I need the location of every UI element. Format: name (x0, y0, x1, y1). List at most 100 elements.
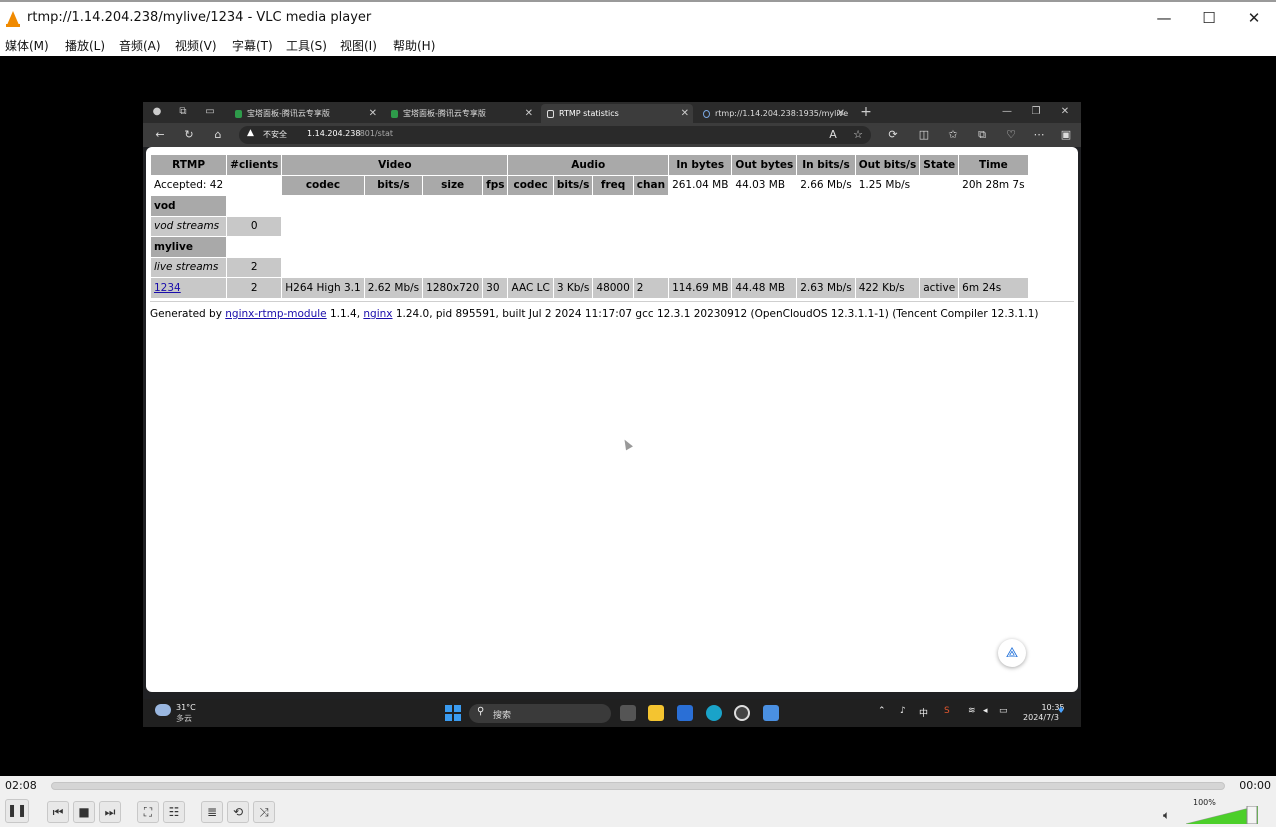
stream-in-bits: 2.63 Mb/s (797, 278, 855, 298)
windows-taskbar: 31°C 多云 ⚲ 搜索 ⌃ ♪ 中 S ≋ ◂ ▭ 10:35 2024/7/… (143, 699, 1081, 727)
window-title: rtmp://1.14.204.238/mylive/1234 - VLC me… (27, 10, 372, 25)
close-tab-icon[interactable]: ✕ (525, 104, 533, 123)
new-tab-button[interactable]: + (859, 105, 873, 119)
refresh-icon[interactable]: ↻ (181, 127, 197, 143)
subheader-audio-freq: freq (593, 175, 633, 195)
more-icon[interactable]: ⋯ (1031, 127, 1047, 143)
pause-button[interactable]: ❚❚ (5, 799, 29, 823)
close-tab-icon[interactable]: ✕ (681, 104, 689, 123)
back-icon[interactable]: ← (152, 127, 168, 143)
tab-rtmp-statistics[interactable]: RTMP statistics ✕ (541, 104, 693, 123)
server-time: 20h 28m 7s (962, 179, 1025, 192)
edge-browser-icon[interactable] (706, 705, 722, 721)
shuffle-button[interactable]: ⤨ (253, 801, 275, 823)
tab-actions-icon: ▭ (205, 106, 215, 117)
notification-bell-icon[interactable]: ♦ (1057, 706, 1065, 716)
browser-window: ● ⧉ ▭ 宝塔面板-腾讯云专享版 ✕ 宝塔面板-腾讯云专享版 ✕ RTMP s… (143, 102, 1081, 727)
copilot-floating-icon[interactable]: ⟁ (998, 639, 1026, 667)
loading-icon (703, 110, 710, 118)
menu-media[interactable]: 媒体(M) (5, 37, 49, 54)
playlist-button[interactable]: ≣ (201, 801, 223, 823)
favorite-star-icon[interactable]: ☆ (850, 127, 866, 143)
fullscreen-button[interactable]: ⛶ (137, 801, 159, 823)
header-audio: Audio (508, 155, 669, 175)
battery-icon[interactable]: ▭ (999, 706, 1008, 716)
sync-icon[interactable]: ⟳ (885, 127, 901, 143)
app-icon[interactable] (677, 705, 693, 721)
tab-baota-1[interactable]: 宝塔面板-腾讯云专享版 ✕ (229, 104, 381, 123)
minimize-button[interactable]: — (1153, 7, 1175, 29)
close-tab-icon[interactable]: ✕ (837, 104, 845, 123)
tab-label: 宝塔面板-腾讯云专享版 (403, 109, 486, 118)
footer-module-version: 1.1.4, (326, 308, 364, 320)
extended-settings-button[interactable]: ☷ (163, 801, 185, 823)
nginx-link[interactable]: nginx (363, 308, 392, 320)
split-screen-icon[interactable]: ◫ (916, 127, 932, 143)
server-in-bytes: 261.04 MB (672, 179, 729, 192)
app-icon[interactable] (734, 705, 750, 721)
url-host: 1.14.204.238 (307, 129, 361, 138)
menu-view[interactable]: 视图(I) (340, 37, 377, 54)
clock-time[interactable]: 10:35 (1033, 703, 1073, 712)
vlc-cone-icon (6, 11, 20, 27)
wifi-icon[interactable]: ≋ (968, 706, 976, 716)
speaker-icon[interactable]: ◂ (983, 706, 988, 716)
header-time: Time (959, 155, 1028, 175)
menu-audio[interactable]: 音频(A) (119, 37, 161, 54)
menu-help[interactable]: 帮助(H) (393, 37, 435, 54)
sogou-icon[interactable]: S (944, 706, 950, 716)
close-button[interactable]: ✕ (1243, 7, 1265, 29)
taskbar-search-box[interactable]: ⚲ 搜索 (469, 704, 611, 723)
sidebar-icon[interactable]: ▣ (1058, 127, 1074, 143)
mouse-cursor-icon (621, 437, 633, 451)
url-field[interactable]: ▲ 不安全 1.14.204.238 :801/stat (239, 126, 871, 144)
browser-restore-icon[interactable]: ❐ (1029, 105, 1043, 119)
stream-audio-chan: 2 (633, 278, 669, 298)
seek-slider[interactable] (51, 782, 1225, 790)
page-content: RTMP #clients Video Audio In bytes Out b… (146, 147, 1078, 692)
windows-start-icon[interactable] (445, 705, 461, 721)
task-view-icon[interactable] (620, 705, 636, 721)
file-explorer-icon[interactable] (648, 705, 664, 721)
tab-baota-2[interactable]: 宝塔面板-腾讯云专享版 ✕ (385, 104, 537, 123)
favorites-icon[interactable]: ✩ (945, 127, 961, 143)
vod-streams-row: vod streams 0 (151, 216, 1028, 236)
browser-minimize-icon[interactable]: — (1000, 105, 1014, 119)
menu-tools[interactable]: 工具(S) (286, 37, 327, 54)
stream-link[interactable]: 1234 (154, 282, 181, 294)
menu-playback[interactable]: 播放(L) (65, 37, 105, 54)
vlc-menu-bar: 媒体(M) 播放(L) 音频(A) 视频(V) 字幕(T) 工具(S) 视图(I… (0, 34, 1276, 56)
insecure-label: 不安全 (263, 130, 287, 139)
address-bar: ← ↻ ⌂ ▲ 不安全 1.14.204.238 :801/stat A ☆ ⟳… (143, 123, 1081, 147)
stop-button[interactable]: ■ (73, 801, 95, 823)
ime-indicator[interactable]: 中 (919, 706, 928, 719)
close-tab-icon[interactable]: ✕ (369, 104, 377, 123)
profile-icon: ● (152, 106, 162, 117)
weather-cloud-icon[interactable] (155, 704, 171, 716)
collections-icon[interactable]: ⧉ (974, 127, 990, 143)
vlc-title-bar: rtmp://1.14.204.238/mylive/1234 - VLC me… (0, 0, 1276, 34)
subheader-audio-bits: bits/s (553, 175, 593, 195)
volume-handle[interactable] (1246, 806, 1258, 824)
browser-close-icon[interactable]: ✕ (1058, 105, 1072, 119)
loop-button[interactable]: ⟲ (227, 801, 249, 823)
menu-video[interactable]: 视频(V) (175, 37, 217, 54)
stream-out-bits: 422 Kb/s (855, 278, 920, 298)
volume-speaker-icon[interactable]: 🔈︎ (1163, 808, 1170, 823)
browser-essentials-icon[interactable]: ♡ (1003, 127, 1019, 143)
tab-rtmp-stream[interactable]: rtmp://1.14.204.238:1935/mylive ✕ (697, 104, 849, 123)
page-icon (547, 110, 554, 118)
nginx-rtmp-module-link[interactable]: nginx-rtmp-module (225, 308, 326, 320)
volume-slider[interactable] (1186, 806, 1258, 824)
next-button[interactable]: ⏭ (99, 801, 121, 823)
menu-subtitle[interactable]: 字幕(T) (232, 37, 273, 54)
header-rtmp: RTMP (151, 155, 227, 175)
previous-button[interactable]: ⏮ (47, 801, 69, 823)
notepad-icon[interactable] (763, 705, 779, 721)
microphone-icon[interactable]: ♪ (900, 706, 906, 716)
tray-chevron-up-icon[interactable]: ⌃ (878, 706, 886, 716)
read-aloud-icon[interactable]: A (825, 127, 841, 143)
live-streams-label: live streams (151, 257, 227, 277)
home-icon[interactable]: ⌂ (210, 127, 226, 143)
maximize-button[interactable]: ☐ (1198, 7, 1220, 29)
